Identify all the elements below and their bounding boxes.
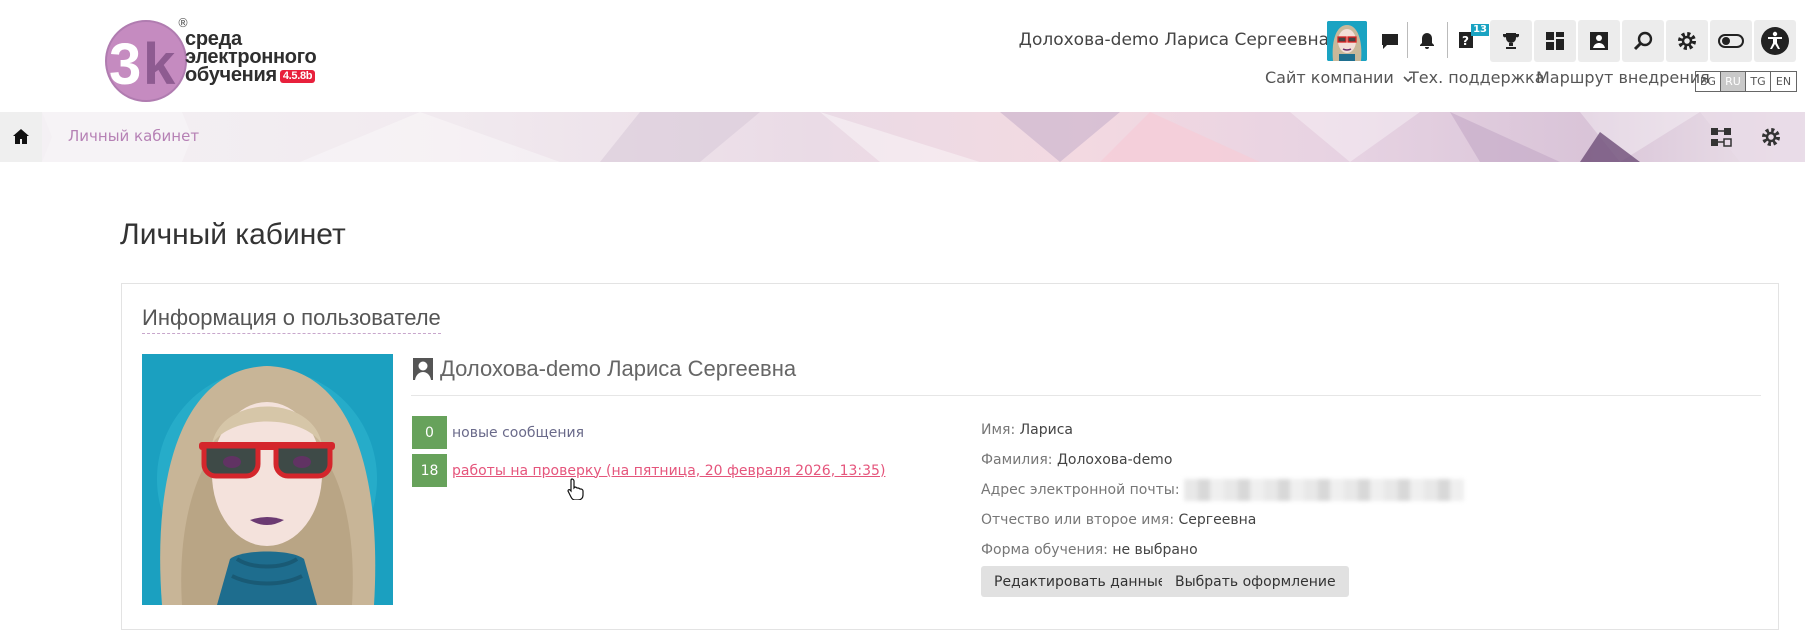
help-button[interactable]: ? 13: [1448, 20, 1490, 62]
lang-ru[interactable]: RU: [1721, 72, 1746, 91]
accessibility-button[interactable]: [1754, 20, 1796, 62]
svg-text:?: ?: [1462, 34, 1469, 48]
chat-icon: [1382, 34, 1398, 49]
avatar[interactable]: [1327, 21, 1367, 61]
lang-bg[interactable]: BG: [1696, 72, 1721, 91]
stat-new-messages[interactable]: 0 новые сообщения: [412, 416, 584, 449]
language-switcher: BG RU TG EN: [1695, 71, 1797, 92]
messages-button[interactable]: [1369, 20, 1411, 62]
home-icon: [13, 129, 29, 144]
theme-toggle-button[interactable]: [1710, 20, 1752, 62]
stat-count: 18: [412, 454, 447, 487]
page-title: Личный кабинет: [120, 218, 346, 251]
gear-icon: [1678, 32, 1696, 50]
bell-icon: [1420, 33, 1434, 49]
profile-heading: Долохова-demo Лариса Сергеевна: [412, 356, 796, 382]
accessibility-icon: [1761, 27, 1789, 55]
stat-count: 0: [412, 416, 447, 449]
dashboard-icon: [1546, 32, 1564, 50]
avatar-icon: [1327, 21, 1367, 61]
breadcrumb-item-personal-account[interactable]: Личный кабинет: [68, 127, 199, 145]
support-link[interactable]: Тех. поддержка: [1409, 68, 1545, 87]
achievements-button[interactable]: [1490, 20, 1532, 62]
edit-profile-button[interactable]: Редактировать данные: [981, 566, 1180, 597]
blocks-editing-button[interactable]: [1708, 124, 1734, 150]
logo-3k-mark: 3 k: [105, 20, 187, 102]
page-settings-button[interactable]: [1758, 124, 1784, 150]
user-icon: [413, 358, 433, 380]
blocks-icon: [1711, 128, 1732, 147]
user-info-card: Информация о пользователе Долохова-demo …: [121, 283, 1779, 630]
svg-text:k: k: [143, 32, 176, 97]
section-title[interactable]: Информация о пользователе: [142, 305, 441, 334]
works-to-review-link[interactable]: работы на проверку (на пятница, 20 февра…: [452, 463, 885, 479]
field-last-name: Фамилия: Долохова-demo: [981, 452, 1173, 468]
search-icon: [1633, 31, 1653, 51]
field-education-form: Форма обучения: не выбрано: [981, 542, 1198, 558]
dashboard-button[interactable]: [1534, 20, 1576, 62]
breadcrumb-banner: Личный кабинет: [0, 112, 1805, 162]
settings-button[interactable]: [1666, 20, 1708, 62]
hand-cursor-icon: [567, 478, 584, 500]
field-middle-name: Отчество или второе имя: Сергеевна: [981, 512, 1257, 528]
profile-photo[interactable]: [142, 354, 393, 605]
profile-full-name[interactable]: Долохова-demo Лариса Сергеевна: [440, 356, 796, 382]
email-redacted: [1184, 479, 1465, 501]
trophy-icon: [1503, 33, 1519, 49]
company-site-link[interactable]: Сайт компании: [1265, 68, 1413, 87]
header-user-name[interactable]: Долохова-demo Лариса Сергеевна: [1019, 30, 1329, 50]
logo-text: среда электронного обучения 4.5.8b: [185, 28, 317, 86]
home-button[interactable]: [0, 112, 42, 162]
field-first-name: Имя: Лариса: [981, 422, 1074, 438]
portfolio-icon: [1590, 32, 1608, 50]
profile-avatar-illustration: [142, 354, 393, 605]
banner-decoration: [300, 112, 1805, 162]
logo[interactable]: 3 k ® среда электронного обучения 4.5.8b: [103, 16, 328, 104]
gear-icon: [1762, 128, 1780, 146]
field-email: Адрес электронной почты:: [981, 479, 1465, 501]
help-badge: 13: [1471, 24, 1489, 36]
lang-tg[interactable]: TG: [1746, 72, 1771, 91]
choose-theme-button[interactable]: Выбрать оформление: [1162, 566, 1349, 597]
svg-text:3: 3: [109, 32, 141, 97]
stat-works-to-review[interactable]: 18 работы на проверку (на пятница, 20 фе…: [412, 454, 885, 487]
top-header: 3 k ® среда электронного обучения 4.5.8b …: [0, 0, 1805, 112]
version-badge: 4.5.8b: [279, 70, 316, 83]
roadmap-link[interactable]: Маршрут внедрения: [1536, 68, 1710, 87]
notifications-button[interactable]: [1406, 20, 1448, 62]
search-button[interactable]: [1622, 20, 1664, 62]
card-divider: [411, 395, 1761, 396]
toggle-icon: [1718, 34, 1744, 48]
portfolio-button[interactable]: [1578, 20, 1620, 62]
stat-label[interactable]: новые сообщения: [452, 425, 584, 441]
lang-en[interactable]: EN: [1771, 72, 1796, 91]
